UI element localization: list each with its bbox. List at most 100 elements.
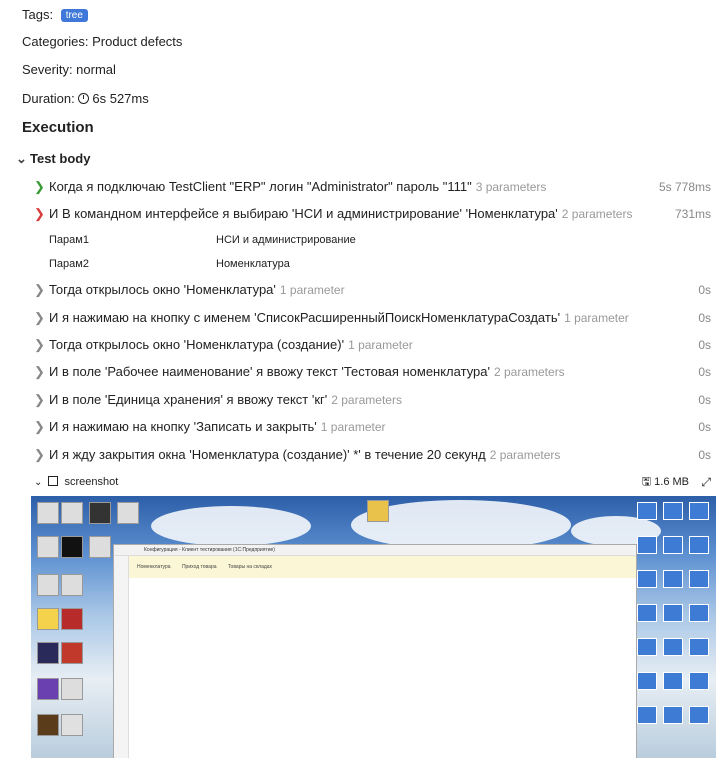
step-params: 2 parameters xyxy=(489,448,561,462)
test-body-label: Test body xyxy=(30,151,91,166)
desktop-icon xyxy=(37,574,59,596)
step-row[interactable]: ❯ И в поле 'Рабочее наименование' я ввожу… xyxy=(34,361,711,383)
chevron-right-icon: ❯ xyxy=(34,364,45,379)
step-row[interactable]: ❯ Тогда открылось окно 'Номенклатура (соз… xyxy=(34,334,711,356)
rdp-icon xyxy=(637,502,657,520)
chevron-right-icon: ❯ xyxy=(34,310,45,325)
chevron-down-icon: ⌄ xyxy=(16,151,27,166)
execution-heading: Execution xyxy=(22,119,94,136)
rdp-icon xyxy=(637,672,657,690)
categories-row: Categories: Product defects xyxy=(22,34,183,49)
step-params: 3 parameters xyxy=(475,180,547,194)
tags-row: Tags: tree xyxy=(22,7,88,22)
param-name: Парам1 xyxy=(49,234,89,246)
screenshot-image: Конфигурация - Клиент тестирования (1С:П… xyxy=(31,496,716,758)
step-row[interactable]: ❯ И я нажимаю на кнопку с именем 'СписокР… xyxy=(34,307,711,329)
desktop-icon xyxy=(117,502,139,524)
duration-row: Duration: 6s 527ms xyxy=(22,91,149,106)
rdp-icon xyxy=(689,706,709,724)
attachment-size: 1.6 MB xyxy=(654,476,689,488)
desktop-icon xyxy=(61,642,83,664)
step-params: 2 parameters xyxy=(331,393,402,407)
step-params: 2 parameters xyxy=(493,365,565,379)
step-text: И я жду закрытия окна 'Номенклатура (соз… xyxy=(49,447,486,462)
window-title: Конфигурация - Клиент тестирования (1С:П… xyxy=(114,545,636,556)
tag-badge[interactable]: tree xyxy=(60,9,88,22)
step-duration: 0s xyxy=(698,311,711,325)
desktop-icon xyxy=(61,608,83,630)
rdp-icon xyxy=(689,672,709,690)
attachment-size-group: 🖫 1.6 MB xyxy=(642,474,689,490)
expand-icon[interactable]: ⤢ xyxy=(701,474,711,490)
desktop-icon xyxy=(89,502,111,524)
desktop-icon xyxy=(37,678,59,700)
step-row[interactable]: ❯ И я нажимаю на кнопку 'Записать и закры… xyxy=(34,416,711,438)
step-duration: 731ms xyxy=(674,207,711,221)
step-text: И В командном интерфейсе я выбираю 'НСИ … xyxy=(49,206,558,221)
step-duration: 0s xyxy=(698,420,711,434)
desktop-icon xyxy=(37,536,59,558)
image-icon xyxy=(48,476,59,486)
chevron-right-icon: ❯ xyxy=(34,337,45,352)
rdp-icon xyxy=(637,570,657,588)
rdp-icon xyxy=(663,672,683,690)
step-params: 1 parameter xyxy=(564,311,629,325)
step-params: 1 parameter xyxy=(320,420,386,434)
step-duration: 5s 778ms xyxy=(658,180,711,194)
desktop-icon xyxy=(37,642,59,664)
step-text: И я нажимаю на кнопку с именем 'СписокРа… xyxy=(49,310,561,325)
duration-value: 6s 527ms xyxy=(92,91,149,106)
rdp-icon xyxy=(663,706,683,724)
rdp-icon xyxy=(637,536,657,554)
tags-label: Tags: xyxy=(22,7,54,22)
attachment-row[interactable]: ⌄ screenshot 🖫 1.6 MB ⤢ xyxy=(34,474,711,490)
step-row[interactable]: ❯ И я жду закрытия окна 'Номенклатура (со… xyxy=(34,444,711,466)
rdp-icon xyxy=(689,502,709,520)
window-tab: Товары на складах xyxy=(227,564,273,570)
desktop-icon xyxy=(89,536,111,558)
param-value: Номенклатура xyxy=(216,258,290,270)
severity-row: Severity: normal xyxy=(22,62,116,77)
chevron-right-icon: ❯ xyxy=(34,282,45,297)
duration-label: Duration: xyxy=(22,91,75,106)
step-row[interactable]: ❯ И в поле 'Единица хранения' я ввожу тек… xyxy=(34,389,711,411)
chevron-right-icon: ❯ xyxy=(34,179,45,194)
step-row[interactable]: ❯ И В командном интерфейсе я выбираю 'НСИ… xyxy=(34,203,711,225)
desktop-icon xyxy=(61,678,83,700)
step-row[interactable]: ❯ Тогда открылось окно 'Номенклатура' 1 pa… xyxy=(34,279,711,301)
attachment-name: screenshot xyxy=(64,476,119,488)
step-duration: 0s xyxy=(698,365,711,379)
app-window: Конфигурация - Клиент тестирования (1С:П… xyxy=(113,544,637,758)
clock-icon xyxy=(78,93,90,104)
rdp-icon xyxy=(637,638,657,656)
rdp-icon xyxy=(663,570,683,588)
folder-icon xyxy=(367,500,389,522)
param-name: Парам2 xyxy=(49,258,89,270)
param-value: НСИ и администрирование xyxy=(216,234,356,246)
desktop-icon xyxy=(61,714,83,736)
window-sidebar xyxy=(114,556,129,758)
desktop-icon xyxy=(37,608,59,630)
window-tab: Номенклатура xyxy=(137,564,171,570)
step-text: Когда я подключаю TestClient "ERP" логин… xyxy=(49,179,472,194)
desktop-icon xyxy=(37,714,59,736)
desktop-icon xyxy=(61,502,83,524)
rdp-icon xyxy=(663,536,683,554)
desktop-icon xyxy=(61,574,83,596)
test-body-toggle[interactable]: ⌄ Test body xyxy=(16,151,90,167)
rdp-icon xyxy=(689,536,709,554)
step-duration: 0s xyxy=(698,283,711,297)
step-row[interactable]: ❯ Когда я подключаю TestClient "ERP" логи… xyxy=(34,176,711,198)
cloud-shape xyxy=(151,506,311,546)
rdp-icon xyxy=(689,604,709,622)
step-text: Тогда открылось окно 'Номенклатура (созд… xyxy=(49,337,345,352)
step-params: 2 parameters xyxy=(561,207,633,221)
rdp-icon xyxy=(663,604,683,622)
save-icon[interactable]: 🖫 xyxy=(642,476,651,488)
step-duration: 0s xyxy=(698,338,711,352)
rdp-icon xyxy=(663,638,683,656)
step-duration: 0s xyxy=(698,448,711,462)
chevron-right-icon: ❯ xyxy=(34,392,45,407)
chevron-right-icon: ❯ xyxy=(34,419,45,434)
step-duration: 0s xyxy=(698,393,711,407)
